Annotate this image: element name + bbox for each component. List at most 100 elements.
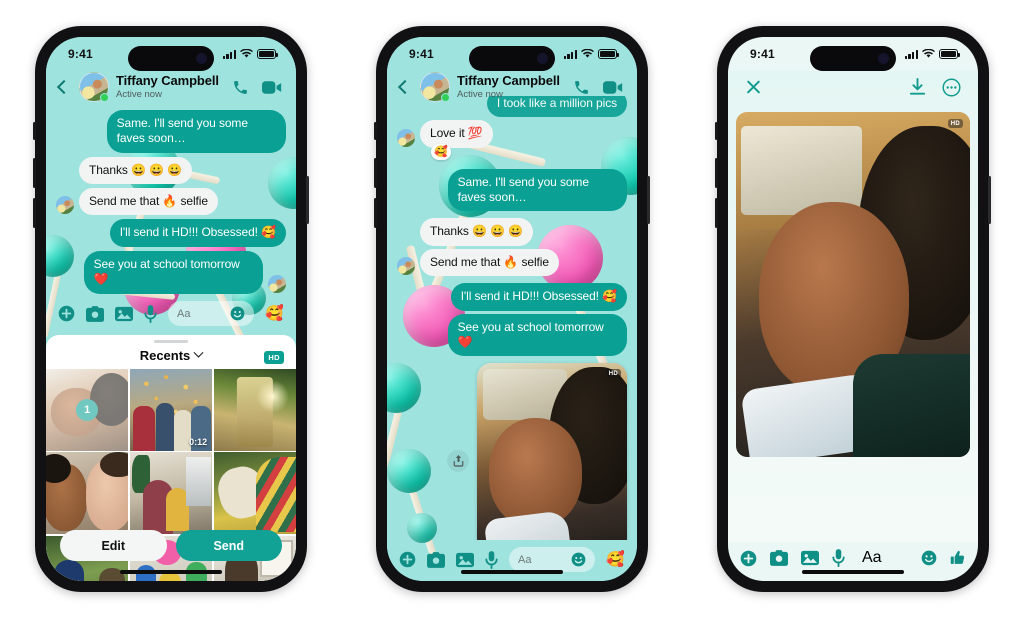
close-x-icon[interactable]: [745, 79, 762, 96]
contact-avatar[interactable]: [79, 72, 109, 102]
sticker-button[interactable]: 🥰: [265, 306, 284, 321]
power-button[interactable]: [988, 176, 991, 224]
microphone-icon[interactable]: [144, 304, 157, 323]
message-row[interactable]: Love it 💯: [397, 120, 627, 148]
message-input-2[interactable]: Aa: [509, 547, 596, 572]
camera-icon[interactable]: [427, 551, 445, 568]
message-row[interactable]: Send me that 🔥 selfie: [397, 248, 627, 277]
thumbs-up-icon[interactable]: [950, 550, 966, 566]
message-bubble-incoming[interactable]: Send me that 🔥 selfie: [420, 248, 559, 277]
message-row[interactable]: See you at school tomorrow ❤️: [56, 250, 286, 294]
volume-down-button[interactable]: [374, 198, 377, 228]
power-button[interactable]: [306, 176, 309, 224]
emoji-smiley-icon[interactable]: [571, 552, 586, 567]
phone-device-1: 9:41 Tiffany Campbell Active now Same. I…: [33, 26, 309, 592]
picker-header: Recents HD: [46, 343, 296, 369]
sent-photo-thumbnail[interactable]: HD: [477, 363, 627, 540]
message-bubble-outgoing[interactable]: Same. I'll send you some faves soon…: [447, 168, 627, 212]
message-reaction[interactable]: 🥰: [431, 143, 451, 160]
message-bubble-outgoing[interactable]: See you at school tomorrow ❤️: [83, 250, 263, 294]
message-bubble-outgoing[interactable]: I'll send it HD!!! Obsessed! 🥰: [450, 283, 627, 311]
back-chevron-icon[interactable]: [397, 77, 413, 97]
share-upload-icon[interactable]: [447, 449, 469, 472]
message-bubble-incoming[interactable]: Send me that 🔥 selfie: [79, 188, 218, 216]
message-bubble-incoming[interactable]: Thanks 😀 😀 😀: [420, 218, 533, 246]
volume-down-button[interactable]: [715, 198, 718, 228]
photo-cell-selfie[interactable]: 1: [46, 368, 129, 451]
message-row[interactable]: I'll send it HD!!! Obsessed! 🥰: [56, 219, 286, 247]
message-bubble-outgoing[interactable]: Same. I'll send you some faves soon…: [106, 110, 286, 153]
phone-call-icon[interactable]: [573, 79, 590, 96]
gallery-icon[interactable]: [115, 306, 133, 322]
video-camera-icon[interactable]: [603, 80, 623, 95]
photo-cell-friends[interactable]: [46, 452, 129, 535]
more-options-icon[interactable]: [942, 77, 961, 97]
message-avatar: [397, 128, 415, 147]
message-row[interactable]: See you at school tomorrow ❤️: [397, 313, 627, 357]
hd-toggle-badge[interactable]: HD: [264, 350, 284, 364]
photo-collar-detail: [483, 510, 571, 540]
composer-bar-3: Aa: [728, 542, 978, 581]
download-icon[interactable]: [909, 78, 926, 96]
microphone-icon[interactable]: [832, 549, 845, 567]
photo-cell-blanket[interactable]: [213, 452, 296, 535]
send-button[interactable]: Send: [175, 530, 282, 561]
camera-icon[interactable]: [770, 550, 788, 566]
gallery-icon[interactable]: [456, 552, 474, 568]
volume-up-button[interactable]: [715, 158, 718, 188]
sent-photo-row: HD: [397, 363, 627, 540]
photo-cell-mother-child[interactable]: [129, 452, 213, 535]
full-screen-photo[interactable]: HD: [736, 112, 970, 457]
message-bubble-incoming[interactable]: Thanks 😀 😀 😀: [79, 156, 192, 185]
message-row[interactable]: Thanks 😀 😀 😀: [397, 218, 627, 246]
camera-icon[interactable]: [86, 305, 104, 322]
emoji-smiley-icon[interactable]: [921, 550, 937, 566]
video-camera-icon[interactable]: [262, 80, 282, 95]
photo-cell-confetti[interactable]: 0:12: [129, 368, 213, 451]
microphone-icon[interactable]: [485, 550, 498, 569]
silent-switch[interactable]: [715, 122, 718, 140]
message-row[interactable]: I'll send it HD!!! Obsessed! 🥰: [397, 283, 627, 311]
message-row[interactable]: Thanks 😀 😀 😀: [56, 156, 286, 185]
contact-avatar[interactable]: [420, 72, 450, 102]
plus-circle-icon[interactable]: [58, 305, 75, 322]
sticker-button[interactable]: 🥰: [606, 552, 625, 567]
message-bubble-incoming[interactable]: Love it 💯: [420, 120, 493, 148]
phone-call-icon[interactable]: [232, 79, 249, 96]
silent-switch[interactable]: [374, 122, 377, 140]
home-indicator[interactable]: [802, 570, 904, 574]
volume-up-button[interactable]: [374, 158, 377, 188]
battery-icon: [939, 49, 961, 59]
volume-down-button[interactable]: [33, 198, 36, 228]
volume-up-button[interactable]: [33, 158, 36, 188]
message-row[interactable]: Same. I'll send you some faves soon…: [56, 110, 286, 153]
phone-3-screen: 9:41 HD Aa: [728, 37, 978, 581]
phone-device-3: 9:41 HD Aa: [715, 26, 991, 592]
album-selector[interactable]: Recents: [140, 348, 204, 363]
message-avatar: [268, 274, 286, 293]
plus-circle-icon[interactable]: [740, 550, 757, 567]
message-bubble-outgoing[interactable]: See you at school tomorrow ❤️: [447, 313, 627, 357]
hd-badge: HD: [947, 119, 963, 128]
photo-viewer: HD: [728, 71, 978, 542]
message-input-1[interactable]: Aa: [168, 301, 255, 326]
emoji-smiley-icon[interactable]: [230, 306, 245, 321]
power-button[interactable]: [647, 176, 650, 224]
home-indicator[interactable]: [461, 570, 563, 574]
message-bubble-outgoing[interactable]: I'll send it HD!!! Obsessed! 🥰: [109, 219, 286, 247]
video-duration-label: 0:12: [189, 436, 208, 447]
wifi-icon: [922, 49, 935, 59]
back-chevron-icon[interactable]: [56, 77, 72, 97]
photo-cell-path[interactable]: [213, 368, 296, 451]
wifi-icon: [581, 49, 594, 59]
plus-circle-icon[interactable]: [399, 551, 416, 568]
message-row[interactable]: Send me that 🔥 selfie: [56, 188, 286, 216]
home-indicator[interactable]: [120, 570, 222, 574]
message-input-3[interactable]: Aa: [858, 549, 908, 567]
edit-button[interactable]: Edit: [60, 530, 167, 561]
input-placeholder: Aa: [177, 307, 191, 320]
gallery-icon[interactable]: [801, 550, 819, 566]
message-row[interactable]: Same. I'll send you some faves soon…: [397, 168, 627, 212]
battery-icon: [257, 49, 279, 59]
silent-switch[interactable]: [33, 122, 36, 140]
